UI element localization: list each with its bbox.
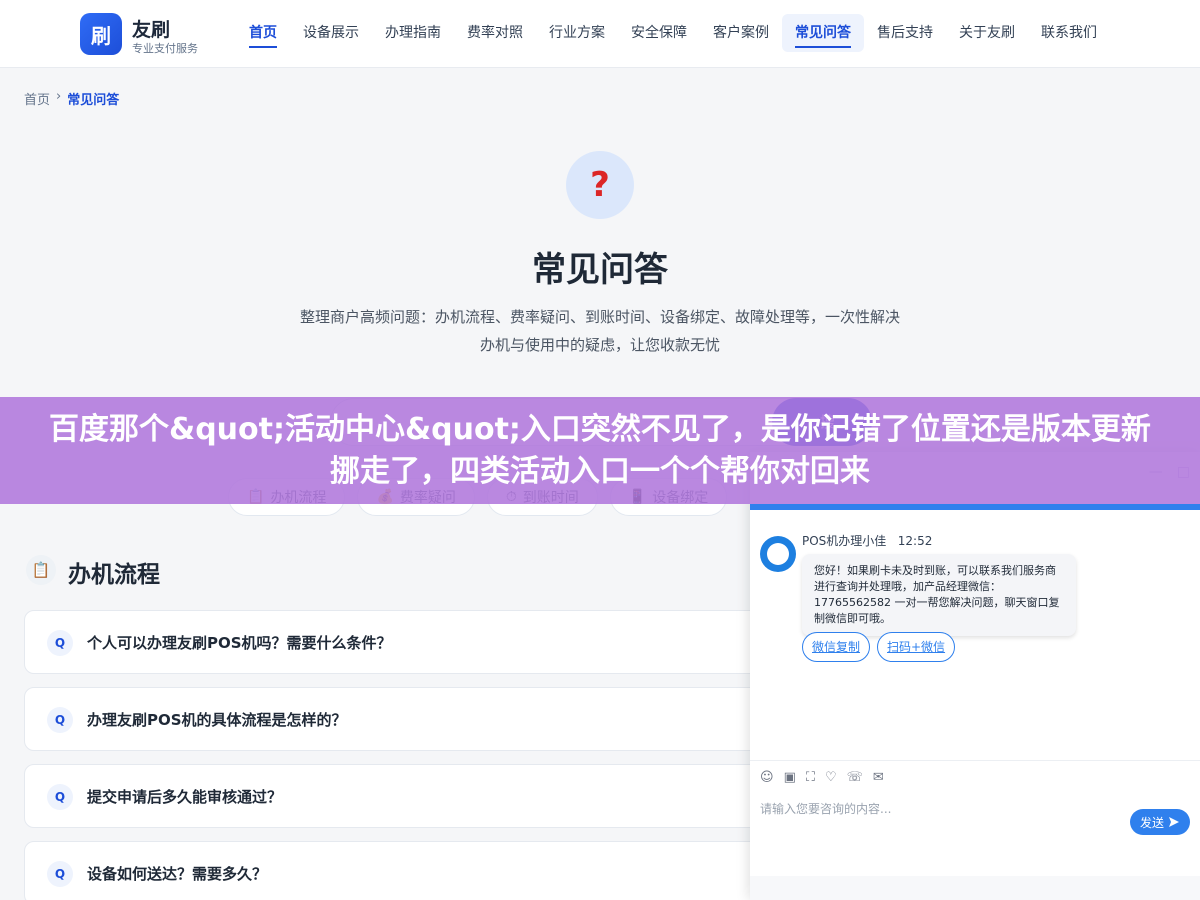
chat-toolbar: ☺ ▣ ⛶ ♡ ☏ ✉ (760, 770, 884, 785)
send-button[interactable]: 发送 (1130, 809, 1190, 835)
emoji-icon[interactable]: ☺ (760, 770, 774, 785)
chat-accent-bar (750, 504, 1200, 510)
chat-sender: POS机办理小佳 12:52 (802, 532, 932, 549)
nav-item-guide[interactable]: 办理指南 (372, 14, 454, 52)
screenshot-icon[interactable]: ⛶ (806, 770, 815, 785)
question-mark-icon: ? (566, 151, 634, 219)
breadcrumb-separator: › (56, 89, 62, 104)
logo-subtitle: 专业支付服务 (132, 42, 198, 55)
chat-footer (750, 876, 1200, 900)
agent-avatar (760, 536, 796, 572)
main-nav: 首页 设备展示 办理指南 费率对照 行业方案 安全保障 客户案例 常见问答 售后… (236, 14, 1110, 52)
nav-item-cases[interactable]: 客户案例 (700, 14, 782, 52)
chat-input[interactable]: 请输入您要咨询的内容... (760, 800, 1100, 817)
nav-item-contact[interactable]: 联系我们 (1028, 14, 1110, 52)
nav-item-solutions[interactable]: 行业方案 (536, 14, 618, 52)
nav-item-about[interactable]: 关于友刷 (946, 14, 1028, 52)
question-badge: Q (47, 707, 73, 733)
question-badge: Q (47, 630, 73, 656)
faq-item[interactable]: Q 提交申请后多久能审核通过？ (24, 764, 784, 828)
logo-name[interactable]: 友刷 (132, 15, 170, 42)
breadcrumb-home[interactable]: 首页 (24, 89, 50, 108)
faq-question: 设备如何送达？需要多久？ (87, 865, 268, 883)
nav-item-devices[interactable]: 设备展示 (290, 14, 372, 52)
message-time: 12:52 (897, 534, 933, 548)
overlay-banner: 百度那个&quot;活动中心&quot;入口突然不见了，是你记错了位置还是版本更… (0, 397, 1200, 504)
site-header: 刷 友刷 专业支付服务 首页 设备展示 办理指南 费率对照 行业方案 安全保障 … (0, 0, 1200, 68)
message-icon[interactable]: ✉ (873, 770, 884, 785)
nav-item-faq[interactable]: 常见问答 (782, 14, 864, 52)
question-badge: Q (47, 784, 73, 810)
logo-mark[interactable]: 刷 (80, 13, 122, 55)
breadcrumb: 首页 › 常见问答 (24, 89, 119, 108)
page-description: 整理商户高频问题：办机流程、费率疑问、到账时间、设备绑定、故障处理等，一次性解决… (300, 308, 901, 354)
chat-message: 您好！如果刷卡未及时到账，可以联系我们服务商进行查询并处理哦，加产品经理微信：1… (802, 554, 1076, 636)
banner-headline: 百度那个&quot;活动中心&quot;入口突然不见了，是你记错了位置还是版本更… (49, 411, 1151, 489)
scan-wechat-button[interactable]: 扫码+微信 (877, 632, 956, 662)
faq-question: 个人可以办理友刷POS机吗？需要什么条件？ (87, 634, 392, 652)
image-icon[interactable]: ▣ (784, 770, 796, 785)
faq-item[interactable]: Q 个人可以办理友刷POS机吗？需要什么条件？ (24, 610, 784, 674)
breadcrumb-current: 常见问答 (67, 93, 120, 108)
faq-item[interactable]: Q 办理友刷POS机的具体流程是怎样的？ (24, 687, 784, 751)
section-title: 办机流程 (68, 562, 160, 588)
copy-wechat-button[interactable]: 微信复制 (802, 632, 871, 662)
nav-item-support[interactable]: 售后支持 (864, 14, 946, 52)
rating-icon[interactable]: ♡ (825, 770, 837, 785)
send-icon (1169, 817, 1179, 827)
nav-item-rates[interactable]: 费率对照 (454, 14, 536, 52)
nav-item-home[interactable]: 首页 (236, 14, 290, 52)
sender-name: POS机办理小佳 (802, 534, 887, 548)
page-title: 常见问答 (532, 250, 668, 290)
nav-item-security[interactable]: 安全保障 (618, 14, 700, 52)
phone-icon[interactable]: ☏ (847, 770, 863, 785)
faq-question: 办理友刷POS机的具体流程是怎样的？ (87, 711, 347, 729)
chat-window: — □ POS机办理小佳 12:52 您好！如果刷卡未及时到账，可以联系我们服务… (750, 452, 1200, 900)
send-label: 发送 (1139, 815, 1164, 830)
faq-item[interactable]: Q 设备如何送达？需要多久？ (24, 841, 784, 900)
question-badge: Q (47, 861, 73, 887)
faq-question: 提交申请后多久能审核通过？ (87, 788, 283, 806)
clipboard-icon: 📋 (26, 555, 56, 585)
divider (750, 760, 1200, 761)
